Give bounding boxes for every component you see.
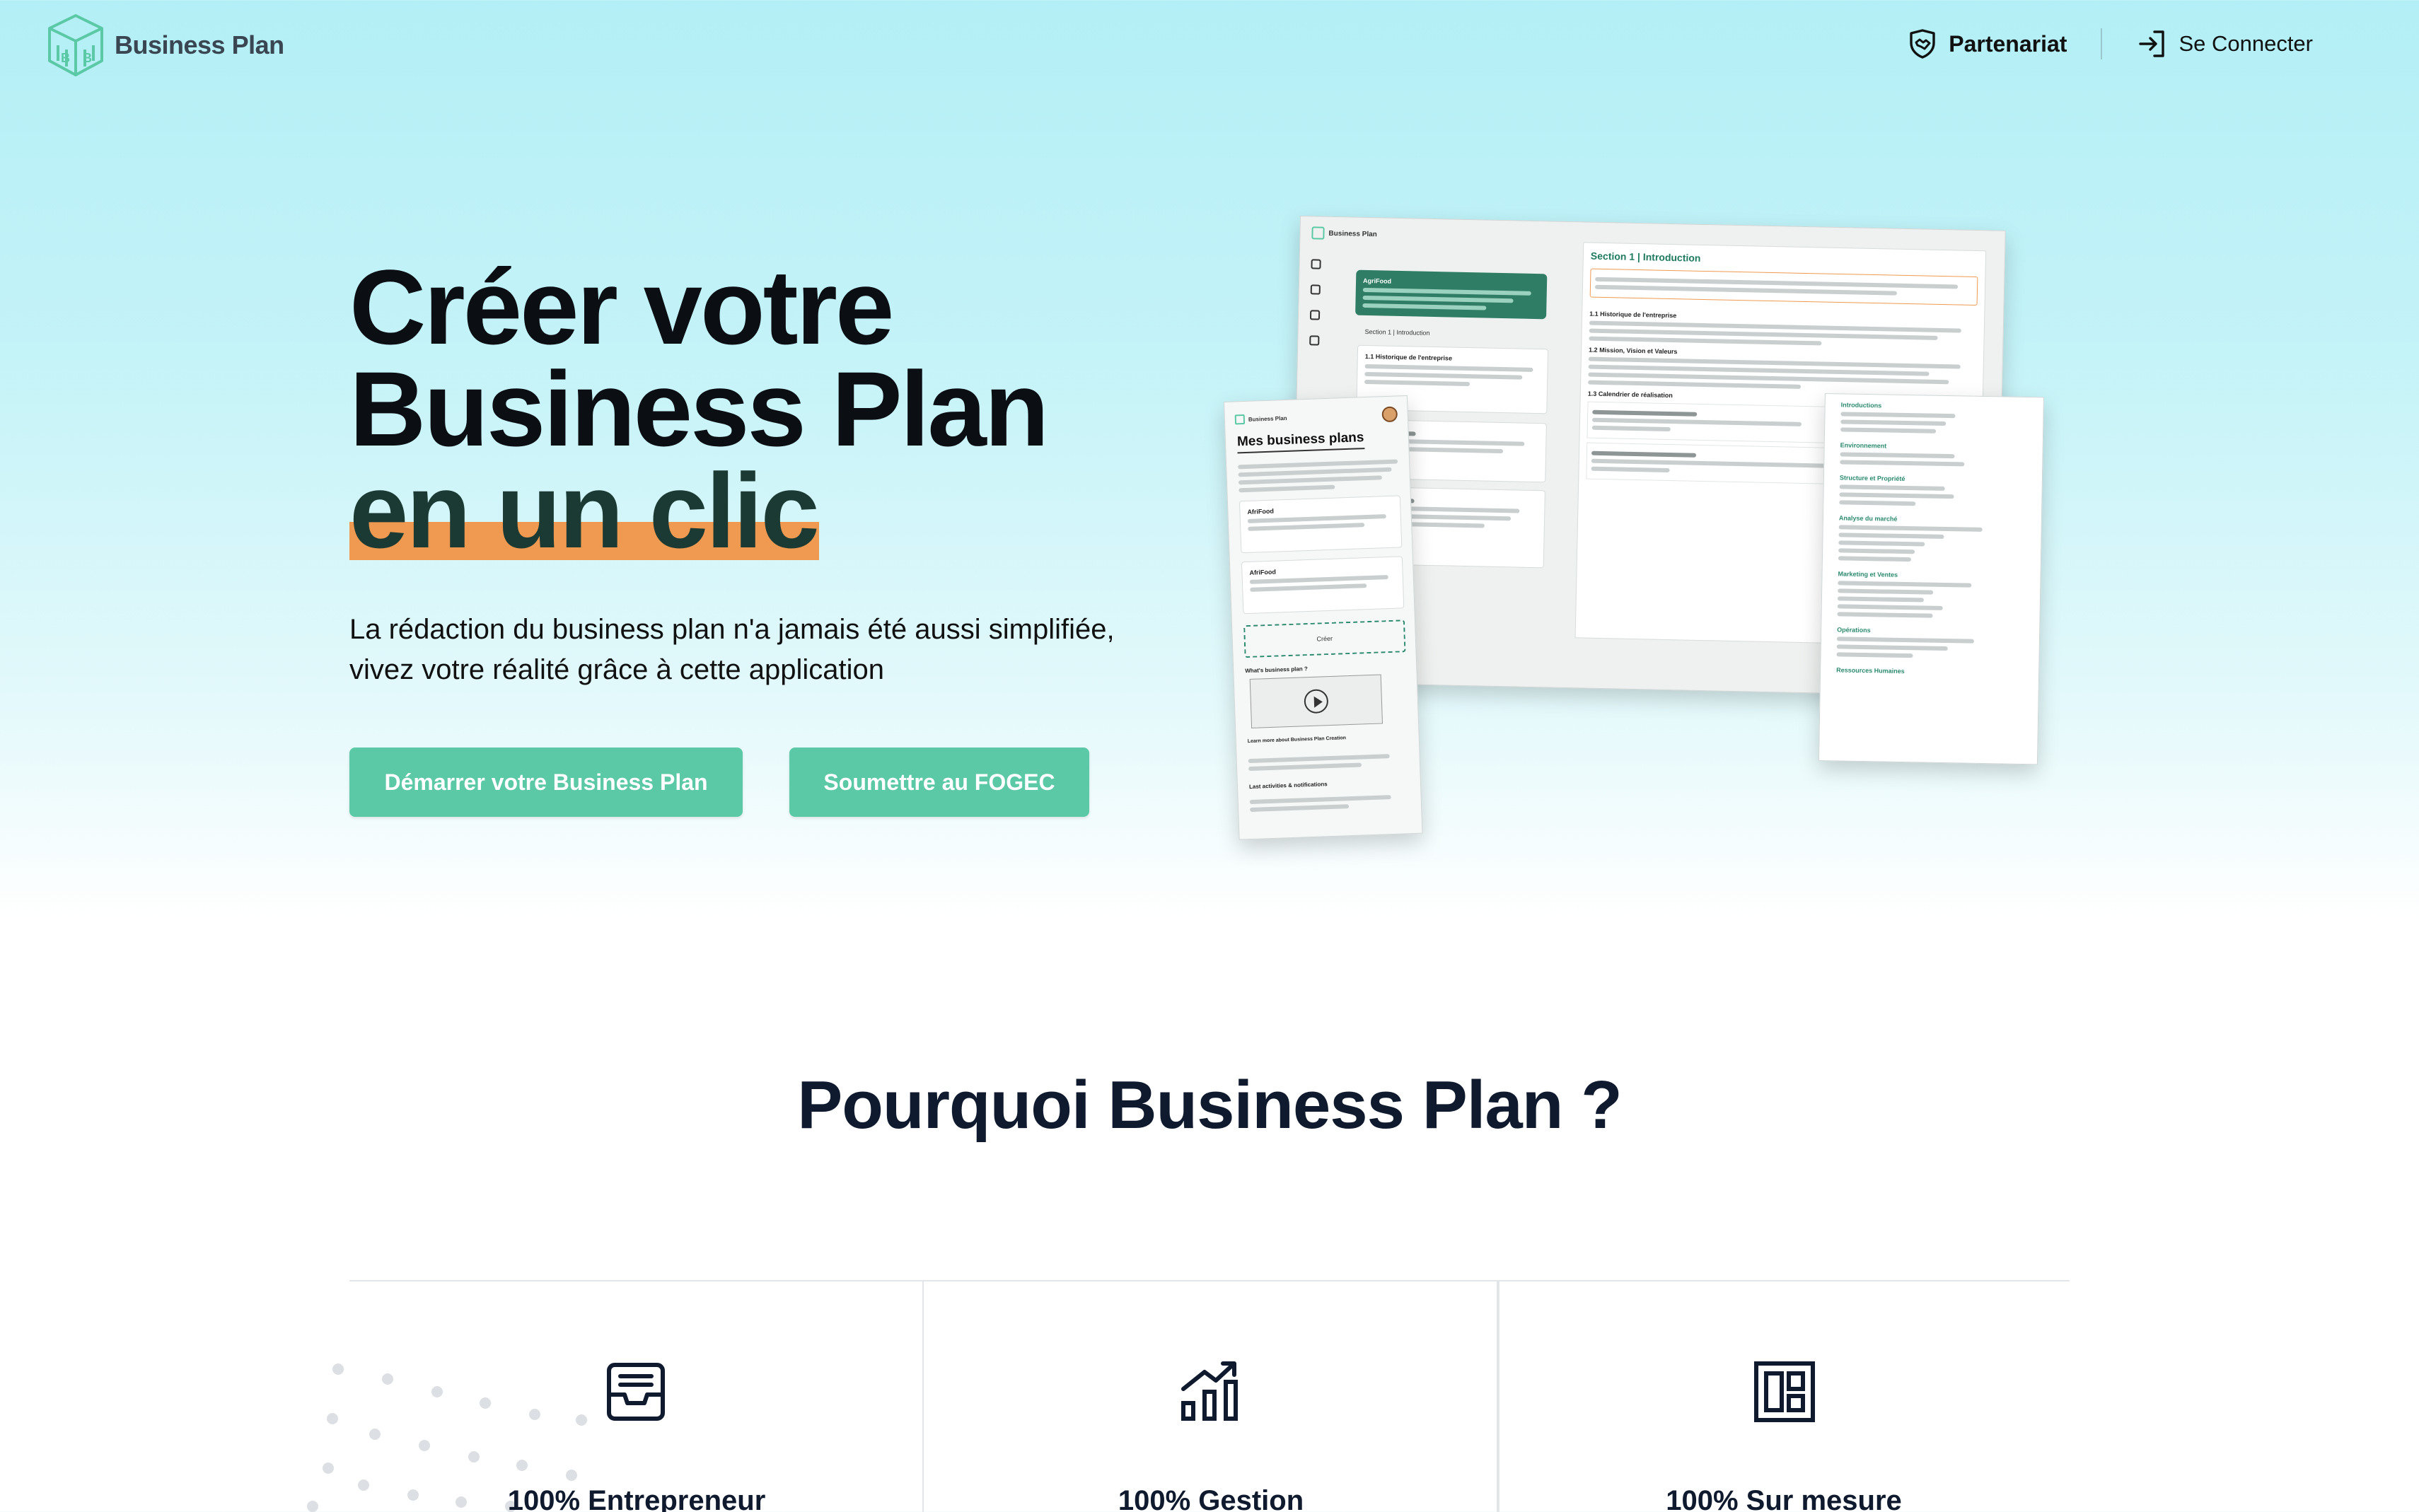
toc-preview: Introductions Environnement Structure et… (1818, 393, 2044, 765)
layout-icon (1754, 1361, 1815, 1422)
feature-title-sur-mesure: 100% Sur mesure (1666, 1485, 1902, 1512)
preview-doc-section: Section 1 | Introduction (1590, 250, 1701, 264)
preview-green-card: AgriFood (1355, 269, 1548, 320)
phone-intro-text (1238, 455, 1399, 496)
toc-head-2: Environnement (1840, 441, 1887, 450)
phone-title: Mes business plans (1236, 430, 1364, 454)
preview-green-label: AgriFood (1362, 277, 1392, 285)
why-title: Pourquoi Business Plan ? (797, 1067, 1623, 1143)
preview-brand-label: Business Plan (1328, 229, 1377, 238)
shield-handshake-icon (1910, 29, 1935, 59)
phone-activities-label: Last activities & notifications (1248, 781, 1328, 791)
preview-doc-timeline-2 (1586, 442, 1858, 485)
phone-learn-label: Learn more about Business Plan Creation (1247, 735, 1347, 745)
phone-title-wrap: Mes business plans (1236, 430, 1364, 454)
phone-header: Business Plan (1234, 406, 1398, 427)
nav-actions: Partenariat Se Connecter (1906, 21, 2313, 66)
feature-card-sur-mesure (1498, 1280, 2070, 1512)
preview-doc-intro-box (1589, 268, 1978, 306)
phone-learn-text (1248, 750, 1390, 774)
phone-bp-card-2: AfriFood (1241, 556, 1405, 615)
phone-avatar (1381, 406, 1398, 423)
feature-card-entrepreneur (349, 1280, 924, 1512)
phone-create-button: Créer (1243, 620, 1406, 658)
phone-logo-icon (1234, 414, 1246, 425)
toc-list: Introductions Environnement Structure et… (1836, 401, 2032, 677)
phone-activities-text (1249, 791, 1391, 815)
hero-title: Créer votre Business Plan en un clic (349, 248, 1049, 570)
chart-growth-icon (1181, 1361, 1238, 1421)
toc-head-3: Structure et Propriété (1839, 474, 1905, 482)
svg-text:B: B (61, 51, 70, 65)
toc-head-5: Marketing et Ventes (1838, 570, 1898, 578)
svg-text:B: B (83, 51, 92, 65)
hero-subtitle: La rédaction du business plan n'a jamais… (349, 610, 1212, 690)
submit-fogec-button[interactable]: Soumettre au FOGEC (789, 748, 1089, 817)
phone-bp-card-1: AfriFood (1238, 495, 1403, 554)
preview-section-chip: Section 1 | Introduction (1364, 327, 1430, 337)
phone-bp-card-1-title: AfriFood (1247, 507, 1275, 516)
feature-card-gestion (924, 1280, 1498, 1512)
preview-logo-icon (1311, 226, 1325, 240)
feature-title-gestion: 100% Gestion (1118, 1485, 1304, 1512)
phone-play-icon (1304, 689, 1329, 714)
toc-head-4: Analyse du marché (1838, 514, 1898, 523)
logo-text: Business Plan (115, 30, 284, 59)
logo-cube-icon: B B (48, 14, 103, 76)
phone-bp-card-2-title: AfriFood (1249, 568, 1277, 576)
phone-what-label: What's business plan ? (1245, 665, 1309, 675)
hero-subtitle-line-2: vivez votre réalité grâce à cette applic… (349, 654, 884, 685)
login-icon (2139, 30, 2165, 57)
top-navbar: B B Business Plan Partenariat Se Connect… (0, 0, 2419, 88)
feature-title-entrepreneur: 100% Entrepreneur (507, 1485, 766, 1512)
preview-list-icon (1310, 284, 1321, 295)
login-label: Se Connecter (2179, 31, 2313, 56)
hero-subtitle-line-1: La rédaction du business plan n'a jamais… (349, 614, 1115, 645)
hero-title-line-1: Créer votre (349, 248, 894, 366)
hero-title-highlight: en un clic (349, 451, 820, 570)
preview-brand: Business Plan (1311, 226, 1377, 240)
preview-doc-timeline-1 (1586, 401, 1860, 444)
nav-divider (2101, 28, 2103, 59)
phone-brand-label: Business Plan (1248, 414, 1287, 423)
preview-sidebar-icons (1309, 259, 1321, 346)
mobile-app-preview: Business Plan Mes business plans AfriFoo… (1224, 395, 1423, 840)
toc-head-6: Opérations (1837, 626, 1871, 634)
start-business-plan-button[interactable]: Démarrer votre Business Plan (349, 748, 743, 817)
toc-head-7: Ressources Humaines (1836, 666, 1905, 675)
inbox-icon (607, 1363, 665, 1421)
toc-head-1: Introductions (1840, 401, 1882, 409)
hero-title-line-2: Business Plan (349, 349, 1049, 468)
preview-bank-icon (1309, 335, 1320, 346)
preview-home-icon (1311, 259, 1321, 269)
logo[interactable]: B B Business Plan (44, 11, 284, 79)
preview-card-1-title: 1.1 Historique de l'entreprise (1364, 352, 1453, 362)
login-link[interactable]: Se Connecter (2136, 28, 2313, 60)
preview-users-icon (1309, 310, 1321, 320)
partner-label: Partenariat (1949, 30, 2067, 57)
phone-video-box (1249, 674, 1383, 728)
partner-link[interactable]: Partenariat (1906, 28, 2067, 60)
